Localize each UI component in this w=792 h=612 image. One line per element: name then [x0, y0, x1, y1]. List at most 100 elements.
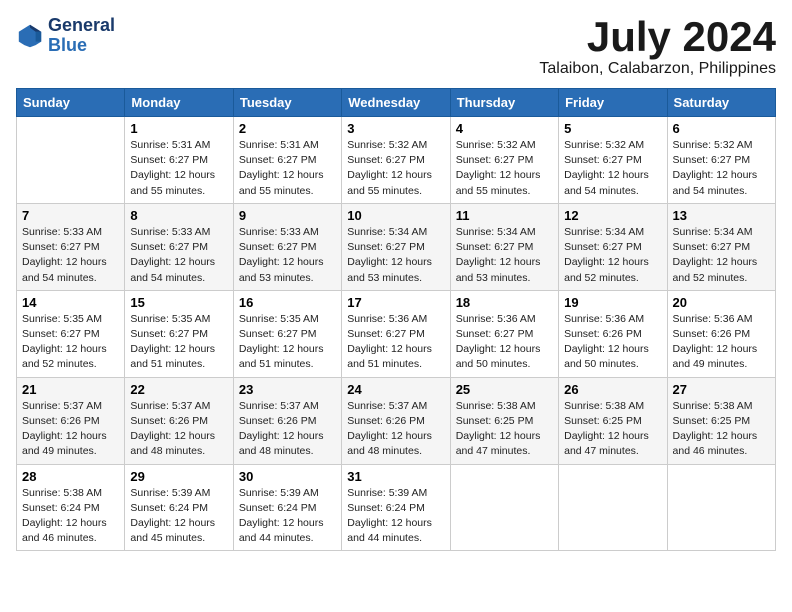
calendar-cell: 12 Sunrise: 5:34 AM Sunset: 6:27 PM Dayli…	[559, 203, 667, 290]
day-number: 13	[673, 208, 770, 223]
calendar-cell: 7 Sunrise: 5:33 AM Sunset: 6:27 PM Daylig…	[17, 203, 125, 290]
calendar-cell: 6 Sunrise: 5:32 AM Sunset: 6:27 PM Daylig…	[667, 117, 775, 204]
day-info: Sunrise: 5:31 AM Sunset: 6:27 PM Dayligh…	[130, 138, 227, 199]
weekday-header: Thursday	[450, 89, 558, 117]
day-info: Sunrise: 5:35 AM Sunset: 6:27 PM Dayligh…	[130, 312, 227, 373]
day-info: Sunrise: 5:36 AM Sunset: 6:27 PM Dayligh…	[347, 312, 444, 373]
calendar-cell: 19 Sunrise: 5:36 AM Sunset: 6:26 PM Dayli…	[559, 290, 667, 377]
day-info: Sunrise: 5:37 AM Sunset: 6:26 PM Dayligh…	[239, 399, 336, 460]
day-number: 12	[564, 208, 661, 223]
day-info: Sunrise: 5:33 AM Sunset: 6:27 PM Dayligh…	[22, 225, 119, 286]
calendar-cell: 25 Sunrise: 5:38 AM Sunset: 6:25 PM Dayli…	[450, 377, 558, 464]
calendar-cell: 27 Sunrise: 5:38 AM Sunset: 6:25 PM Dayli…	[667, 377, 775, 464]
day-number: 27	[673, 382, 770, 397]
calendar-cell	[17, 117, 125, 204]
calendar-cell: 5 Sunrise: 5:32 AM Sunset: 6:27 PM Daylig…	[559, 117, 667, 204]
day-number: 7	[22, 208, 119, 223]
calendar-cell: 26Sunrise: 5:38 AM Sunset: 6:25 PM Dayli…	[559, 377, 667, 464]
calendar-header: SundayMondayTuesdayWednesdayThursdayFrid…	[17, 89, 776, 117]
day-number: 8	[130, 208, 227, 223]
calendar-cell: 3Sunrise: 5:32 AM Sunset: 6:27 PM Daylig…	[342, 117, 450, 204]
calendar-cell: 4 Sunrise: 5:32 AM Sunset: 6:27 PM Daylig…	[450, 117, 558, 204]
day-number: 14	[22, 295, 119, 310]
day-number: 24	[347, 382, 444, 397]
day-number: 26	[564, 382, 661, 397]
day-number: 18	[456, 295, 553, 310]
calendar-cell	[559, 464, 667, 551]
calendar-cell	[450, 464, 558, 551]
day-number: 29	[130, 469, 227, 484]
weekday-header: Sunday	[17, 89, 125, 117]
day-info: Sunrise: 5:32 AM Sunset: 6:27 PM Dayligh…	[456, 138, 553, 199]
calendar-cell: 29 Sunrise: 5:39 AM Sunset: 6:24 PM Dayli…	[125, 464, 233, 551]
day-number: 4	[456, 121, 553, 136]
day-info: Sunrise: 5:37 AM Sunset: 6:26 PM Dayligh…	[347, 399, 444, 460]
day-info: Sunrise: 5:38 AM Sunset: 6:25 PM Dayligh…	[456, 399, 553, 460]
logo-text: General Blue	[48, 16, 115, 56]
weekday-header: Wednesday	[342, 89, 450, 117]
calendar-cell: 24 Sunrise: 5:37 AM Sunset: 6:26 PM Dayli…	[342, 377, 450, 464]
calendar-cell: 23 Sunrise: 5:37 AM Sunset: 6:26 PM Dayli…	[233, 377, 341, 464]
day-info: Sunrise: 5:37 AM Sunset: 6:26 PM Dayligh…	[130, 399, 227, 460]
day-info: Sunrise: 5:34 AM Sunset: 6:27 PM Dayligh…	[456, 225, 553, 286]
day-number: 5	[564, 121, 661, 136]
day-number: 19	[564, 295, 661, 310]
calendar-cell: 10Sunrise: 5:34 AM Sunset: 6:27 PM Dayli…	[342, 203, 450, 290]
day-info: Sunrise: 5:38 AM Sunset: 6:25 PM Dayligh…	[673, 399, 770, 460]
day-info: Sunrise: 5:31 AM Sunset: 6:27 PM Dayligh…	[239, 138, 336, 199]
calendar-cell: 18 Sunrise: 5:36 AM Sunset: 6:27 PM Dayli…	[450, 290, 558, 377]
calendar-cell: 16Sunrise: 5:35 AM Sunset: 6:27 PM Dayli…	[233, 290, 341, 377]
day-number: 9	[239, 208, 336, 223]
location-title: Talaibon, Calabarzon, Philippines	[539, 60, 776, 78]
day-number: 2	[239, 121, 336, 136]
calendar-cell: 22 Sunrise: 5:37 AM Sunset: 6:26 PM Dayli…	[125, 377, 233, 464]
day-number: 30	[239, 469, 336, 484]
day-number: 1	[130, 121, 227, 136]
day-info: Sunrise: 5:36 AM Sunset: 6:27 PM Dayligh…	[456, 312, 553, 373]
day-info: Sunrise: 5:36 AM Sunset: 6:26 PM Dayligh…	[673, 312, 770, 373]
day-info: Sunrise: 5:32 AM Sunset: 6:27 PM Dayligh…	[673, 138, 770, 199]
day-info: Sunrise: 5:33 AM Sunset: 6:27 PM Dayligh…	[130, 225, 227, 286]
day-info: Sunrise: 5:32 AM Sunset: 6:27 PM Dayligh…	[564, 138, 661, 199]
day-number: 22	[130, 382, 227, 397]
calendar-cell: 30 Sunrise: 5:39 AM Sunset: 6:24 PM Dayli…	[233, 464, 341, 551]
calendar-cell	[667, 464, 775, 551]
day-number: 25	[456, 382, 553, 397]
logo-icon	[16, 22, 44, 50]
day-info: Sunrise: 5:34 AM Sunset: 6:27 PM Dayligh…	[673, 225, 770, 286]
page-header: General Blue July 2024 Talaibon, Calabar…	[16, 16, 776, 78]
calendar-cell: 1 Sunrise: 5:31 AM Sunset: 6:27 PM Daylig…	[125, 117, 233, 204]
day-number: 31	[347, 469, 444, 484]
day-info: Sunrise: 5:36 AM Sunset: 6:26 PM Dayligh…	[564, 312, 661, 373]
calendar-cell: 11 Sunrise: 5:34 AM Sunset: 6:27 PM Dayli…	[450, 203, 558, 290]
day-info: Sunrise: 5:39 AM Sunset: 6:24 PM Dayligh…	[130, 486, 227, 547]
calendar-cell: 31 Sunrise: 5:39 AM Sunset: 6:24 PM Dayli…	[342, 464, 450, 551]
calendar-cell: 9 Sunrise: 5:33 AM Sunset: 6:27 PM Daylig…	[233, 203, 341, 290]
calendar-cell: 2 Sunrise: 5:31 AM Sunset: 6:27 PM Daylig…	[233, 117, 341, 204]
weekday-header: Friday	[559, 89, 667, 117]
calendar-cell: 21 Sunrise: 5:37 AM Sunset: 6:26 PM Dayli…	[17, 377, 125, 464]
day-info: Sunrise: 5:39 AM Sunset: 6:24 PM Dayligh…	[347, 486, 444, 547]
day-info: Sunrise: 5:38 AM Sunset: 6:24 PM Dayligh…	[22, 486, 119, 547]
title-area: July 2024 Talaibon, Calabarzon, Philippi…	[539, 16, 776, 78]
day-number: 21	[22, 382, 119, 397]
day-number: 23	[239, 382, 336, 397]
calendar-cell: 8 Sunrise: 5:33 AM Sunset: 6:27 PM Daylig…	[125, 203, 233, 290]
day-number: 6	[673, 121, 770, 136]
day-info: Sunrise: 5:39 AM Sunset: 6:24 PM Dayligh…	[239, 486, 336, 547]
day-number: 20	[673, 295, 770, 310]
day-number: 16	[239, 295, 336, 310]
day-number: 15	[130, 295, 227, 310]
day-info: Sunrise: 5:37 AM Sunset: 6:26 PM Dayligh…	[22, 399, 119, 460]
calendar-cell: 13 Sunrise: 5:34 AM Sunset: 6:27 PM Dayli…	[667, 203, 775, 290]
day-info: Sunrise: 5:34 AM Sunset: 6:27 PM Dayligh…	[564, 225, 661, 286]
day-info: Sunrise: 5:33 AM Sunset: 6:27 PM Dayligh…	[239, 225, 336, 286]
calendar-table: SundayMondayTuesdayWednesdayThursdayFrid…	[16, 88, 776, 551]
day-number: 11	[456, 208, 553, 223]
calendar-cell: 17Sunrise: 5:36 AM Sunset: 6:27 PM Dayli…	[342, 290, 450, 377]
day-number: 3	[347, 121, 444, 136]
calendar-cell: 28 Sunrise: 5:38 AM Sunset: 6:24 PM Dayli…	[17, 464, 125, 551]
day-number: 28	[22, 469, 119, 484]
day-number: 10	[347, 208, 444, 223]
day-info: Sunrise: 5:35 AM Sunset: 6:27 PM Dayligh…	[22, 312, 119, 373]
